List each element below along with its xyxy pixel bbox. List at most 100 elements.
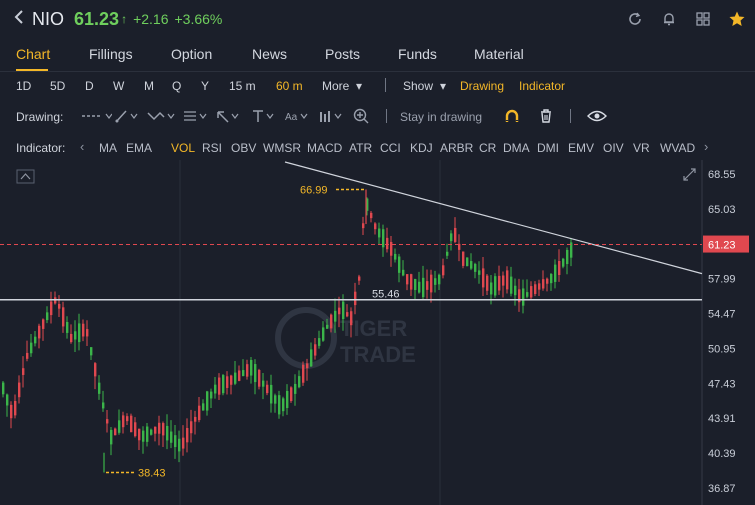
period-15m[interactable]: 15 m [229,79,256,93]
zoom-icon[interactable] [352,108,370,124]
candle-body [122,415,125,428]
candle-body [470,261,473,269]
font-tool-icon[interactable]: Aa [284,108,312,124]
indicator-cr[interactable]: CR [479,141,496,155]
indicator-obv[interactable]: OBV [231,141,256,155]
refresh-icon[interactable] [625,9,645,29]
fib-tool-icon[interactable] [182,108,210,124]
candle-body [198,405,201,421]
period-m[interactable]: M [144,79,154,93]
candle-body [150,429,153,435]
magnet-icon[interactable] [504,108,520,124]
tab-fillings[interactable]: Fillings [89,46,133,62]
arrow-tool-icon[interactable] [215,108,243,124]
candle-body [502,275,505,286]
candle-body [10,404,13,419]
tab-material[interactable]: Material [474,46,524,62]
candle-body [334,310,337,322]
candle-body [362,223,365,229]
indicator-toggle[interactable]: Indicator [519,79,565,93]
indicator-ema[interactable]: EMA [126,141,152,155]
candle-body [422,277,425,298]
indicator-vr[interactable]: VR [633,141,650,155]
indicator-atr[interactable]: ATR [349,141,372,155]
text-tool-icon[interactable] [250,108,278,124]
tab-chart[interactable]: Chart [16,46,50,62]
tab-option[interactable]: Option [171,46,212,62]
chevron-down-icon[interactable]: ▾ [440,79,446,93]
tab-posts[interactable]: Posts [325,46,360,62]
period-q[interactable]: Q [172,79,181,93]
period-d[interactable]: D [85,79,94,93]
candle-body [554,264,557,282]
indicator-cci[interactable]: CCI [380,141,401,155]
candle-body [14,400,17,416]
candle-body [258,369,261,387]
indicator-arbr[interactable]: ARBR [440,141,473,155]
candle-body [506,270,509,290]
candle-body [498,275,501,291]
chevron-left-icon[interactable]: ‹ [80,139,84,154]
path-tool-icon[interactable] [146,108,176,124]
tab-news[interactable]: News [252,46,287,62]
indicator-wvad[interactable]: WVAD [660,141,695,155]
price-change: +2.16 [133,11,169,27]
pattern-tool-icon[interactable] [318,108,346,124]
candle-body [426,281,429,290]
candle-body [130,415,133,433]
indicator-dmi[interactable]: DMI [537,141,559,155]
indicator-rsi[interactable]: RSI [202,141,222,155]
indicator-emv[interactable]: EMV [568,141,594,155]
candle-body [418,281,421,293]
indicator-ma[interactable]: MA [99,141,117,155]
stay-in-drawing-toggle[interactable]: Stay in drawing [400,110,482,124]
up-arrow-icon: ↑ [121,12,128,26]
candle-body [510,276,513,294]
candle-body [354,291,357,306]
indicator-kdj[interactable]: KDJ [410,141,433,155]
grid-icon[interactable] [693,9,713,29]
trend-tool-icon[interactable] [114,108,142,124]
period-y[interactable]: Y [201,79,209,93]
chevron-down-icon[interactable]: ▾ [356,79,362,93]
candle-body [434,278,437,285]
period-1d[interactable]: 1D [16,79,31,93]
indicator-wmsr[interactable]: WMSR [263,141,301,155]
period-60m[interactable]: 60 m [276,79,303,93]
candle-body [442,265,445,276]
candle-body [566,249,569,265]
candle-body [86,329,89,337]
line-tool-icon[interactable] [80,108,112,124]
period-more[interactable]: More [322,79,349,93]
candle-body [294,383,297,394]
indicator-dma[interactable]: DMA [503,141,530,155]
period-w[interactable]: W [113,79,124,93]
eye-icon[interactable] [587,108,607,124]
divider [385,78,386,92]
candle-body [486,275,489,291]
candle-body [22,368,25,375]
tab-funds[interactable]: Funds [398,46,437,62]
candle-body [490,282,493,295]
indicator-vol[interactable]: VOL [171,141,195,155]
candle-body [358,276,361,281]
chevron-right-icon[interactable]: › [704,139,708,154]
drawing-toggle[interactable]: Drawing [460,79,504,93]
period-5d[interactable]: 5D [50,79,65,93]
candle-body [350,311,353,326]
indicator-macd[interactable]: MACD [307,141,342,155]
candle-body [90,347,93,356]
candle-body [166,425,169,441]
candle-body [558,260,561,275]
star-icon[interactable] [727,9,747,29]
candle-body [2,382,5,395]
candle-body [266,384,269,394]
indicator-oiv[interactable]: OIV [603,141,624,155]
candle-body [466,257,469,267]
trash-icon[interactable] [538,108,554,124]
candle-body [138,428,141,441]
bell-icon[interactable] [659,9,679,29]
back-icon[interactable] [14,9,24,30]
show-menu[interactable]: Show [403,79,433,93]
candlestick-chart[interactable]: TIGERTRADE55.4666.9938.4368.5565.0361.23… [0,160,755,505]
